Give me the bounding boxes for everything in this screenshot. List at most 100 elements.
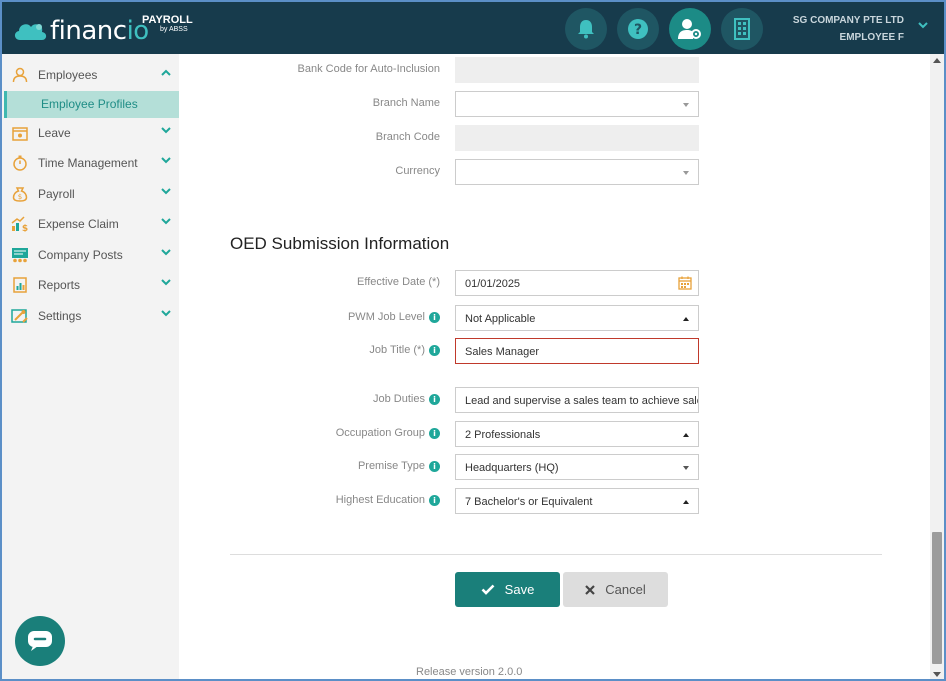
- report-icon: [10, 275, 30, 295]
- sidebar-item-label: Reports: [38, 278, 81, 293]
- job-title-label: Job Title (*) i: [369, 344, 440, 356]
- sidebar-item-label: Leave: [38, 125, 71, 140]
- job-duties-input[interactable]: Lead and supervise a sales team to achie…: [455, 387, 699, 413]
- effective-date-input[interactable]: 01/01/2025: [455, 270, 699, 296]
- caret-up-icon: [683, 500, 689, 504]
- info-icon[interactable]: i: [429, 393, 440, 405]
- user-settings-button[interactable]: [669, 8, 711, 50]
- sidebar: Employees Employee Profiles Leave Time M…: [2, 54, 179, 679]
- chevron-down-icon: [161, 126, 171, 133]
- pwm-select[interactable]: Not Applicable: [455, 305, 699, 331]
- posts-board-icon: [10, 245, 30, 265]
- bank-code-label: Bank Code for Auto-Inclusion: [297, 63, 440, 75]
- company-info[interactable]: SG COMPANY PTE LTD EMPLOYEE F: [793, 13, 904, 45]
- calendar-star-icon: [10, 123, 30, 143]
- sidebar-item-reports[interactable]: Reports: [2, 270, 179, 301]
- save-button[interactable]: Save: [455, 572, 560, 607]
- sidebar-subitem-employee-profiles[interactable]: Employee Profiles: [4, 90, 179, 118]
- chevron-up-icon: [161, 69, 171, 76]
- chat-button[interactable]: [15, 616, 65, 666]
- job-duties-row: Job Duties i Lead and supervise a sales t…: [179, 387, 930, 413]
- chevron-down-icon: [161, 279, 171, 286]
- branch-name-row: Branch Name: [179, 91, 930, 117]
- branch-name-select[interactable]: [455, 91, 699, 117]
- help-button[interactable]: ?: [617, 8, 659, 50]
- chevron-down-icon: [161, 309, 171, 316]
- chevron-down-icon: [161, 187, 171, 194]
- education-select[interactable]: 7 Bachelor's or Equivalent: [455, 488, 699, 514]
- close-icon: [585, 584, 596, 595]
- notifications-button[interactable]: [565, 8, 607, 50]
- caret-down-icon: [683, 466, 689, 470]
- education-label: Highest Education i: [336, 494, 440, 506]
- chevron-down-icon: [161, 157, 171, 164]
- sidebar-item-expense-claim[interactable]: $ Expense Claim: [2, 209, 179, 240]
- education-row: Highest Education i 7 Bachelor's or Equiv…: [179, 488, 930, 514]
- company-button[interactable]: [721, 8, 763, 50]
- occupation-value: 2 Professionals: [465, 429, 541, 441]
- job-duties-label: Job Duties i: [373, 393, 440, 405]
- premise-row: Premise Type i Headquarters (HQ): [179, 454, 930, 480]
- pwm-row: PWM Job Level i Not Applicable: [179, 305, 930, 331]
- caret-down-icon: [683, 103, 689, 107]
- calendar-icon[interactable]: [678, 276, 692, 290]
- section-title: OED Submission Information: [230, 234, 450, 253]
- brand-logo[interactable]: financio PAYROLL by ABSS: [12, 12, 193, 46]
- release-version: Release version 2.0.0: [416, 666, 523, 678]
- scroll-up-icon[interactable]: [933, 58, 941, 63]
- user-name: EMPLOYEE F: [839, 32, 904, 43]
- sidebar-item-label: Company Posts: [38, 247, 123, 262]
- sidebar-item-payroll[interactable]: $ Payroll: [2, 179, 179, 210]
- chevron-down-icon[interactable]: [918, 22, 928, 29]
- svg-text:$: $: [18, 193, 22, 201]
- main-content: Bank Code for Auto-Inclusion Branch Name…: [179, 54, 930, 679]
- currency-select[interactable]: [455, 159, 699, 185]
- info-icon[interactable]: i: [429, 494, 440, 506]
- currency-row: Currency: [179, 159, 930, 185]
- building-icon: [734, 18, 750, 40]
- sidebar-item-time-management[interactable]: Time Management: [2, 148, 179, 179]
- occupation-select[interactable]: 2 Professionals: [455, 421, 699, 447]
- sidebar-item-label: Expense Claim: [38, 217, 119, 232]
- job-title-row: Job Title (*) i Sales Manager: [179, 338, 930, 364]
- check-icon: [481, 584, 495, 595]
- vertical-scrollbar[interactable]: [930, 54, 944, 679]
- premise-select[interactable]: Headquarters (HQ): [455, 454, 699, 480]
- info-icon[interactable]: i: [429, 427, 440, 439]
- branch-code-row: Branch Code: [179, 125, 930, 151]
- bell-icon: [578, 20, 594, 39]
- info-icon[interactable]: i: [429, 460, 440, 472]
- sidebar-item-label: Time Management: [38, 156, 138, 171]
- pwm-label: PWM Job Level i: [348, 311, 440, 323]
- save-label: Save: [504, 582, 535, 597]
- chevron-down-icon: [161, 248, 171, 255]
- sidebar-item-label: Payroll: [38, 186, 75, 201]
- effective-date-row: Effective Date (*) 01/01/2025: [179, 270, 930, 296]
- sidebar-item-settings[interactable]: Settings: [2, 301, 179, 332]
- job-title-input[interactable]: Sales Manager: [455, 338, 699, 364]
- info-icon[interactable]: i: [429, 311, 440, 323]
- caret-up-icon: [683, 317, 689, 321]
- education-value: 7 Bachelor's or Equivalent: [465, 496, 593, 508]
- bank-code-field: [455, 57, 699, 83]
- cloud-logo-icon: [14, 24, 47, 40]
- effective-date-value: 01/01/2025: [465, 278, 521, 290]
- sidebar-item-label: Employees: [38, 68, 98, 83]
- branch-name-label: Branch Name: [372, 97, 440, 109]
- person-icon: [10, 65, 30, 85]
- sidebar-item-employees[interactable]: Employees: [2, 60, 179, 91]
- expense-chart-icon: $: [10, 214, 30, 234]
- scroll-down-icon[interactable]: [933, 672, 941, 677]
- pwm-value: Not Applicable: [465, 313, 536, 325]
- caret-up-icon: [683, 433, 689, 437]
- divider: [230, 554, 882, 555]
- sidebar-item-company-posts[interactable]: Company Posts: [2, 240, 179, 271]
- cancel-button[interactable]: Cancel: [563, 572, 668, 607]
- app-window: financio PAYROLL by ABSS ? SG COMPANY PT…: [0, 0, 946, 681]
- cancel-label: Cancel: [605, 582, 646, 597]
- svg-text:?: ?: [634, 22, 642, 38]
- scroll-thumb[interactable]: [932, 532, 942, 664]
- info-icon[interactable]: i: [429, 344, 440, 356]
- brand-by: by ABSS: [160, 26, 188, 33]
- sidebar-item-leave[interactable]: Leave: [2, 118, 179, 149]
